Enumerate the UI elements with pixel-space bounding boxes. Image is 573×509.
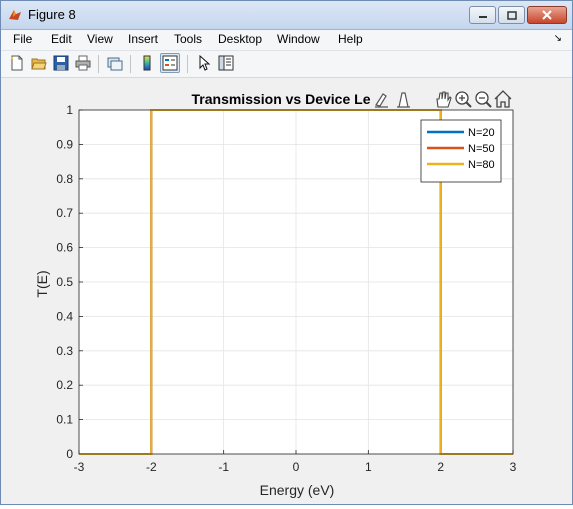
toolbar-separator: [187, 55, 188, 73]
zoom-in-button[interactable]: [455, 91, 472, 108]
x-tick-label: -3: [74, 460, 85, 474]
y-tick-label: 0.5: [56, 275, 73, 289]
maximize-icon: [506, 10, 517, 20]
y-tick-label: 0.9: [56, 137, 73, 151]
zoom-out-button[interactable]: [475, 91, 492, 108]
menu-window[interactable]: Window: [277, 32, 320, 46]
link-plot-icon: [107, 57, 123, 71]
plot-area: -3 -2 -1 0 1 2 300.10.20.30.40.50.60.70.80.91 …: [34, 90, 517, 498]
y-tick-label: 0.8: [56, 172, 73, 186]
brush-button[interactable]: [375, 93, 388, 108]
home-icon: [494, 90, 512, 108]
x-tick-label: -2: [146, 460, 157, 474]
x-axis-label: Energy (eV): [260, 482, 335, 498]
link-plot-button[interactable]: [105, 53, 125, 73]
y-axis-label: T(E): [34, 270, 50, 297]
zoom-in-icon: [455, 91, 472, 108]
x-tick-label: 3: [510, 460, 517, 474]
pointer-button[interactable]: [194, 53, 214, 73]
menu-help[interactable]: Help: [338, 32, 363, 46]
pointer-icon: [199, 55, 211, 71]
legend-label: N=80: [468, 159, 495, 171]
minimize-icon: [478, 16, 487, 18]
legend[interactable]: N=20 N=50 N=80: [420, 119, 502, 183]
colorbar-button[interactable]: [137, 53, 157, 73]
menu-view[interactable]: View: [87, 32, 113, 46]
print-icon: [75, 55, 91, 71]
menu-tools[interactable]: Tools: [174, 32, 202, 46]
toolbar-separator: [130, 55, 131, 73]
menu-desktop[interactable]: Desktop: [218, 32, 262, 46]
legend-label: N=20: [468, 127, 495, 139]
y-tick-label: 0.2: [56, 378, 73, 392]
menu-edit[interactable]: Edit: [51, 32, 72, 46]
save-button[interactable]: [51, 53, 71, 73]
y-tick-label: 0.4: [56, 309, 73, 323]
menu-file[interactable]: File: [13, 32, 32, 46]
x-tick-label: 2: [437, 460, 444, 474]
toolbar-separator: [98, 55, 99, 73]
zoom-out-icon: [475, 91, 492, 108]
x-tick-label: -1: [218, 460, 229, 474]
y-tick-label: 0: [66, 447, 73, 461]
figure-toolbar: [1, 51, 572, 78]
matlab-logo-icon: [9, 10, 21, 20]
open-file-icon: [31, 58, 47, 70]
data-cursor-icon: [397, 92, 410, 108]
y-tick-label: 0.3: [56, 344, 73, 358]
y-tick-label: 0.1: [56, 413, 73, 427]
colorbar-icon: [143, 55, 151, 71]
new-figure-button[interactable]: [7, 53, 27, 73]
x-tick-label: 0: [293, 460, 300, 474]
brush-icon: [375, 93, 388, 108]
figure-canvas: -3 -2 -1 0 1 2 3 0 0.1 0.2 0.3 0.4 0.5 0.6 0.7 0.8 0.9 1 …: [1, 78, 572, 504]
close-icon: [542, 10, 552, 20]
menu-dock-arrow-icon[interactable]: ↘: [554, 33, 562, 44]
y-tick-label: 0.7: [56, 206, 73, 220]
axes-toolbar: [375, 90, 512, 108]
legend-icon: [162, 55, 178, 71]
menu-insert[interactable]: Insert: [128, 32, 158, 46]
menu-bar: File Edit View Insert Tools Desktop Wind…: [1, 30, 572, 51]
pan-button[interactable]: [436, 91, 452, 108]
y-tick-label: 1: [66, 103, 73, 117]
close-button[interactable]: [527, 6, 567, 24]
pan-icon: [436, 91, 452, 108]
plot-browser-button[interactable]: [216, 53, 236, 73]
new-figure-icon: [11, 55, 23, 71]
y-tick-label: 0.6: [56, 241, 73, 255]
open-file-button[interactable]: [29, 53, 49, 73]
minimize-button[interactable]: [469, 6, 496, 24]
figure-window: Figure 8 File Edit View Insert Tools Des…: [0, 0, 573, 505]
title-bar[interactable]: Figure 8: [1, 1, 572, 30]
save-icon: [53, 55, 69, 71]
plot-browser-icon: [218, 55, 234, 71]
print-button[interactable]: [73, 53, 93, 73]
legend-label: N=50: [468, 143, 495, 155]
chart-title: Transmission vs Device Le: [192, 91, 371, 107]
window-title: Figure 8: [28, 7, 76, 22]
home-button[interactable]: [494, 90, 512, 108]
maximize-button[interactable]: [498, 6, 525, 24]
x-tick-label: 1: [365, 460, 372, 474]
legend-button[interactable]: [160, 53, 180, 73]
data-cursor-button[interactable]: [397, 92, 410, 108]
